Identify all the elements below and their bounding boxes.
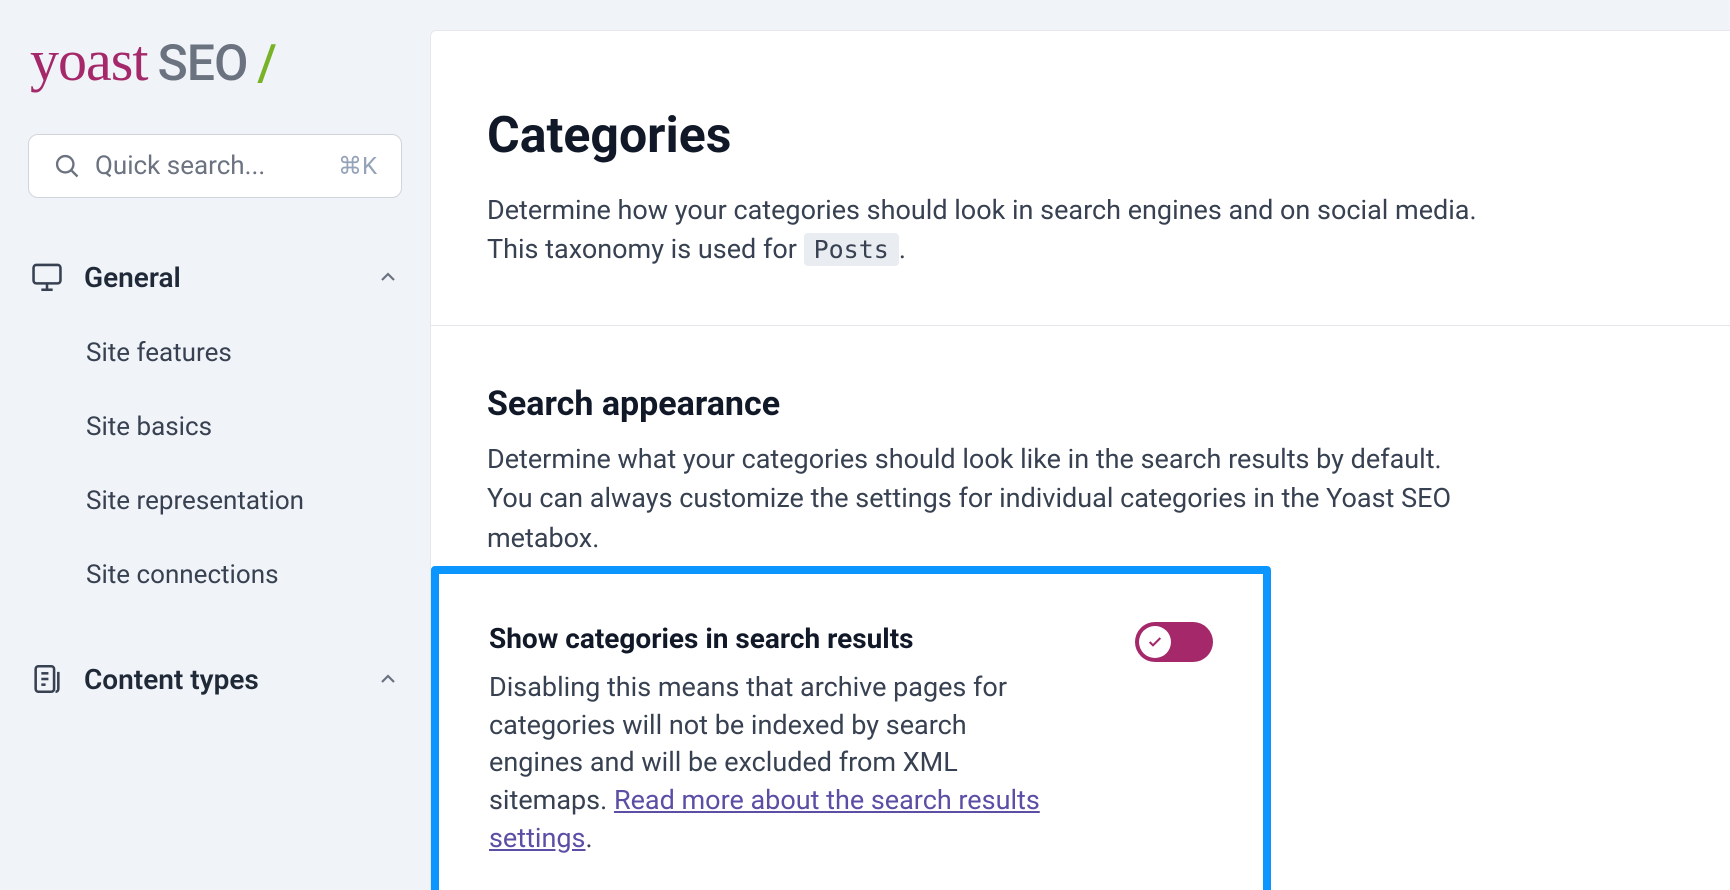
nav-item-site-connections[interactable]: Site connections — [86, 538, 402, 612]
logo: yoastSEO/ — [28, 32, 402, 90]
nav-item-site-basics[interactable]: Site basics — [86, 390, 402, 464]
page-desc-tail: . — [899, 233, 906, 265]
page-description: Determine how your categories should loo… — [487, 191, 1487, 269]
page-title: Categories — [487, 107, 1674, 165]
section-title: Search appearance — [487, 384, 1674, 424]
setting-help: Disabling this means that archive pages … — [489, 669, 1049, 858]
check-icon — [1147, 634, 1163, 650]
nav-item-site-representation[interactable]: Site representation — [86, 464, 402, 538]
setting-help-tail: . — [586, 822, 593, 854]
page-desc-text: Determine how your categories should loo… — [487, 194, 1477, 265]
app-layout: yoastSEO/ Quick search... ⌘K General Sit… — [0, 0, 1730, 890]
logo-brand: yoast — [30, 28, 147, 93]
search-placeholder: Quick search... — [95, 151, 324, 181]
nav-group-label: Content types — [84, 663, 356, 696]
search-icon — [53, 152, 81, 180]
nav-item-site-features[interactable]: Site features — [86, 316, 402, 390]
taxonomy-code: Posts — [804, 233, 899, 266]
section-description: Determine what your categories should lo… — [487, 440, 1487, 557]
page-header: Categories Determine how your categories… — [431, 31, 1730, 326]
setting-highlight: Show categories in search results Disabl… — [431, 566, 1271, 890]
setting-text: Show categories in search results Disabl… — [489, 622, 1099, 858]
logo-slash: / — [257, 35, 276, 93]
nav-items-general: Site features Site basics Site represent… — [28, 316, 402, 612]
document-icon — [30, 662, 64, 696]
search-input[interactable]: Quick search... ⌘K — [28, 134, 402, 198]
search-kbd: ⌘K — [338, 152, 377, 180]
setting-label: Show categories in search results — [489, 622, 1099, 655]
setting-row-show-categories: Show categories in search results Disabl… — [489, 622, 1213, 858]
nav-group-content-types[interactable]: Content types — [28, 648, 402, 710]
sidebar: yoastSEO/ Quick search... ⌘K General Sit… — [0, 0, 430, 890]
main-panel: Categories Determine how your categories… — [430, 30, 1730, 890]
monitor-icon — [30, 260, 64, 294]
search-appearance-section: Search appearance Determine what your ca… — [431, 326, 1730, 557]
nav-group-label: General — [84, 261, 356, 294]
toggle-show-categories[interactable] — [1135, 622, 1213, 662]
chevron-up-icon — [376, 265, 400, 289]
logo-suffix: SEO — [157, 35, 247, 93]
chevron-up-icon — [376, 667, 400, 691]
nav-group-general[interactable]: General — [28, 246, 402, 308]
toggle-knob — [1139, 626, 1171, 658]
